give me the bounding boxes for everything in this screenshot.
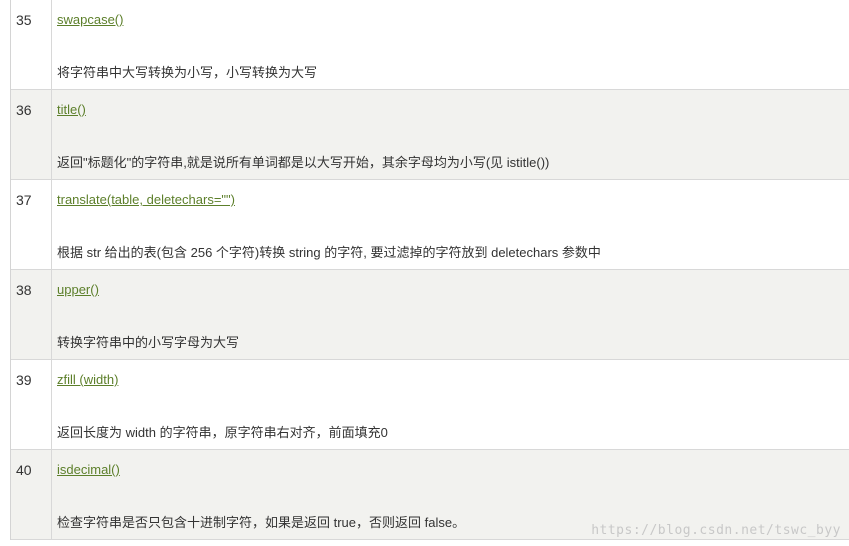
method-description: 检查字符串是否只包含十进制字符，如果是返回 true，否则返回 false。 [57, 515, 466, 530]
method-cell: upper() 转换字符串中的小写字母为大写 [52, 270, 849, 359]
row-number: 39 [11, 360, 52, 449]
row-number: 37 [11, 180, 52, 269]
table-row: 39 zfill (width) 返回长度为 width 的字符串，原字符串右对… [11, 360, 849, 450]
row-number: 38 [11, 270, 52, 359]
table-row: 36 title() 返回"标题化"的字符串,就是说所有单词都是以大写开始，其余… [11, 90, 849, 180]
row-number: 35 [11, 0, 52, 89]
method-cell: translate(table, deletechars="") 根据 str … [52, 180, 849, 269]
row-number: 36 [11, 90, 52, 179]
method-link-title[interactable]: title() [57, 102, 86, 117]
table-row: 35 swapcase() 将字符串中大写转换为小写，小写转换为大写 [11, 0, 849, 90]
string-methods-table: 35 swapcase() 将字符串中大写转换为小写，小写转换为大写 36 ti… [10, 0, 849, 540]
method-link-zfill[interactable]: zfill (width) [57, 372, 118, 387]
method-description: 转换字符串中的小写字母为大写 [57, 335, 240, 350]
method-cell: swapcase() 将字符串中大写转换为小写，小写转换为大写 [52, 0, 849, 89]
method-description: 返回"标题化"的字符串,就是说所有单词都是以大写开始，其余字母均为小写(见 is… [57, 155, 550, 170]
row-number: 40 [11, 450, 52, 539]
method-link-isdecimal[interactable]: isdecimal() [57, 462, 120, 477]
watermark-url: https://blog.csdn.net/tswc_byy [591, 523, 841, 538]
table-row: 37 translate(table, deletechars="") 根据 s… [11, 180, 849, 270]
method-description: 将字符串中大写转换为小写，小写转换为大写 [57, 65, 318, 80]
method-link-swapcase[interactable]: swapcase() [57, 12, 123, 27]
table-row: 38 upper() 转换字符串中的小写字母为大写 [11, 270, 849, 360]
method-link-upper[interactable]: upper() [57, 282, 99, 297]
method-description: 根据 str 给出的表(包含 256 个字符)转换 string 的字符, 要过… [57, 245, 601, 260]
method-description: 返回长度为 width 的字符串，原字符串右对齐，前面填充0 [57, 425, 388, 440]
method-link-translate[interactable]: translate(table, deletechars="") [57, 192, 235, 207]
method-cell: title() 返回"标题化"的字符串,就是说所有单词都是以大写开始，其余字母均… [52, 90, 849, 179]
method-cell: zfill (width) 返回长度为 width 的字符串，原字符串右对齐，前… [52, 360, 849, 449]
